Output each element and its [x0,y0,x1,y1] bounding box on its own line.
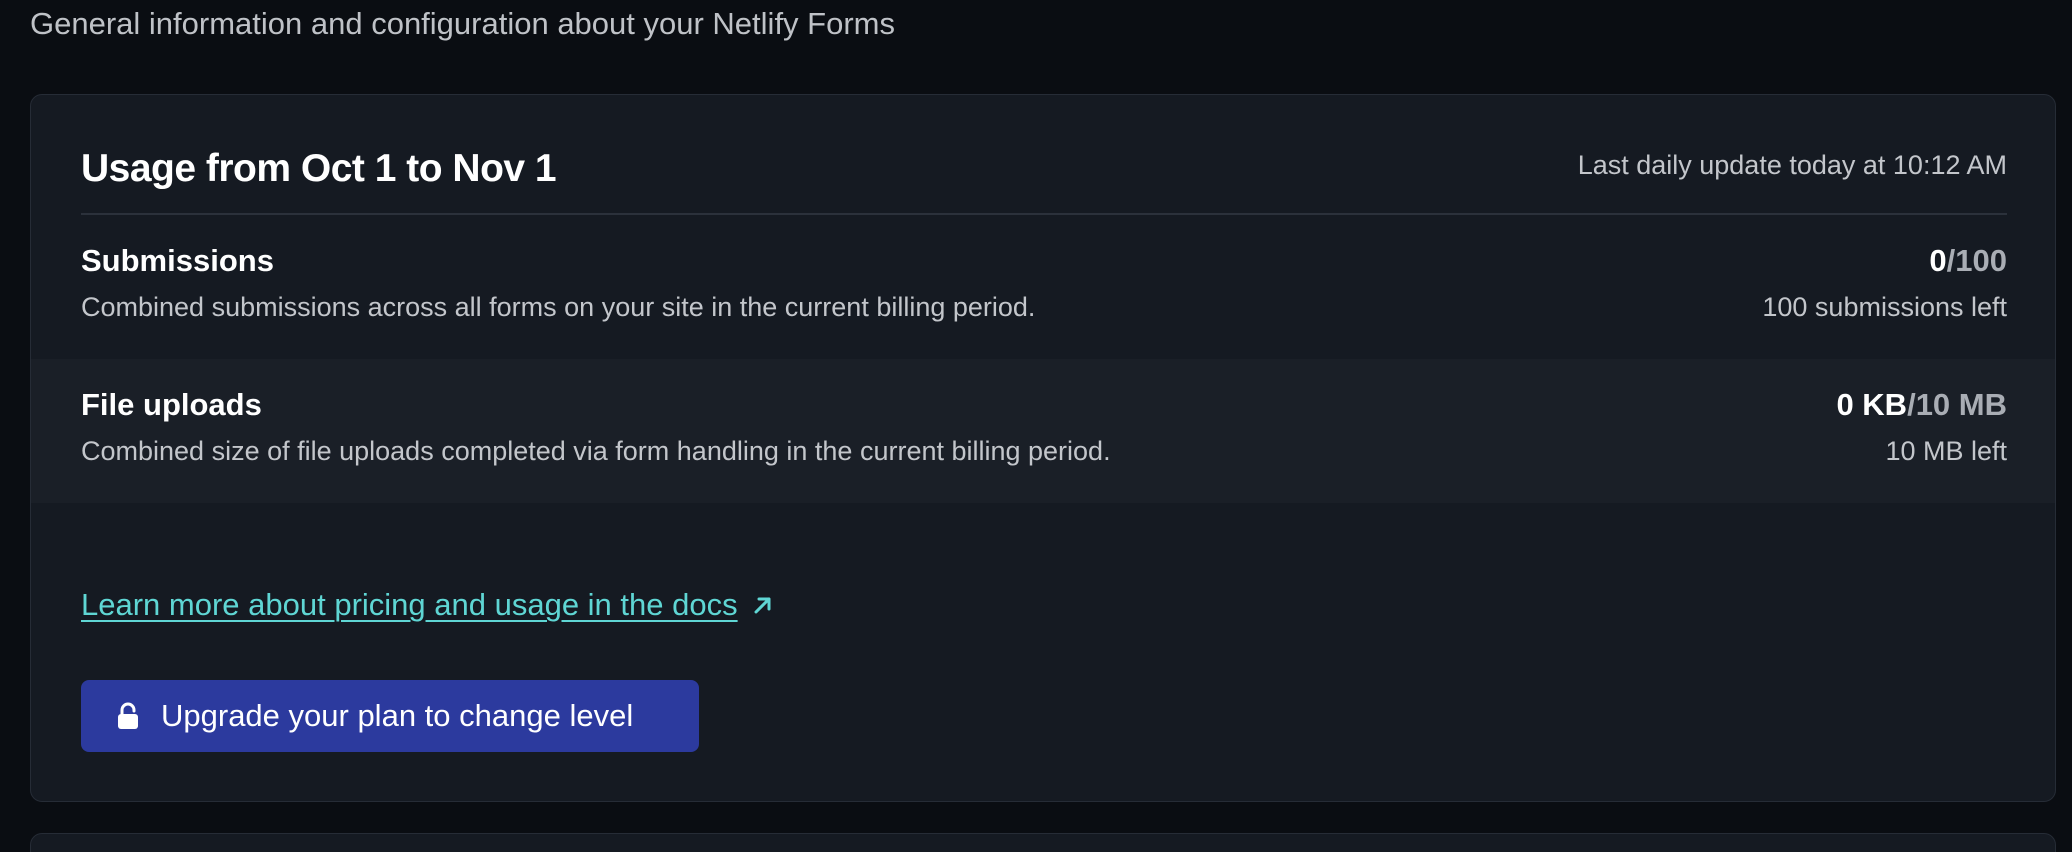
usage-card-title: Usage from Oct 1 to Nov 1 [81,147,557,190]
upgrade-plan-button[interactable]: Upgrade your plan to change level [81,680,699,752]
last-update-timestamp: Last daily update today at 10:12 AM [1577,150,2007,180]
usage-card-header: Usage from Oct 1 to Nov 1 Last daily upd… [81,95,2007,215]
usage-used: 0 [1929,243,1947,278]
usage-row-description: Combined submissions across all forms on… [81,292,1036,322]
usage-row-description: Combined size of file uploads completed … [81,436,1111,466]
external-arrow-icon [750,592,776,618]
pricing-docs-link[interactable]: Learn more about pricing and usage in th… [81,585,776,625]
usage-row-file-uploads: File uploads Combined size of file uploa… [31,359,2055,503]
usage-row-value: 0/100 [1929,241,2007,281]
forms-usage-page: General information and configuration ab… [0,0,2072,852]
usage-row-submissions: Submissions Combined submissions across … [31,215,2055,359]
usage-row-title: File uploads [81,387,262,422]
usage-remaining: 100 submissions left [1762,292,2007,322]
usage-row-title: Submissions [81,243,274,278]
usage-limit: /10 MB [1907,387,2007,422]
lock-icon [117,702,139,730]
usage-remaining: 10 MB left [1885,436,2007,466]
usage-limit: /100 [1946,243,2007,278]
usage-row-value: 0 KB/10 MB [1836,385,2007,425]
usage-card: Usage from Oct 1 to Nov 1 Last daily upd… [30,94,2056,802]
usage-used: 0 KB [1836,387,1908,422]
page-intro-text: General information and configuration ab… [30,6,895,41]
pricing-docs-link-label: Learn more about pricing and usage in th… [81,587,738,622]
upgrade-plan-button-label: Upgrade your plan to change level [161,698,634,733]
next-card [30,833,2056,852]
